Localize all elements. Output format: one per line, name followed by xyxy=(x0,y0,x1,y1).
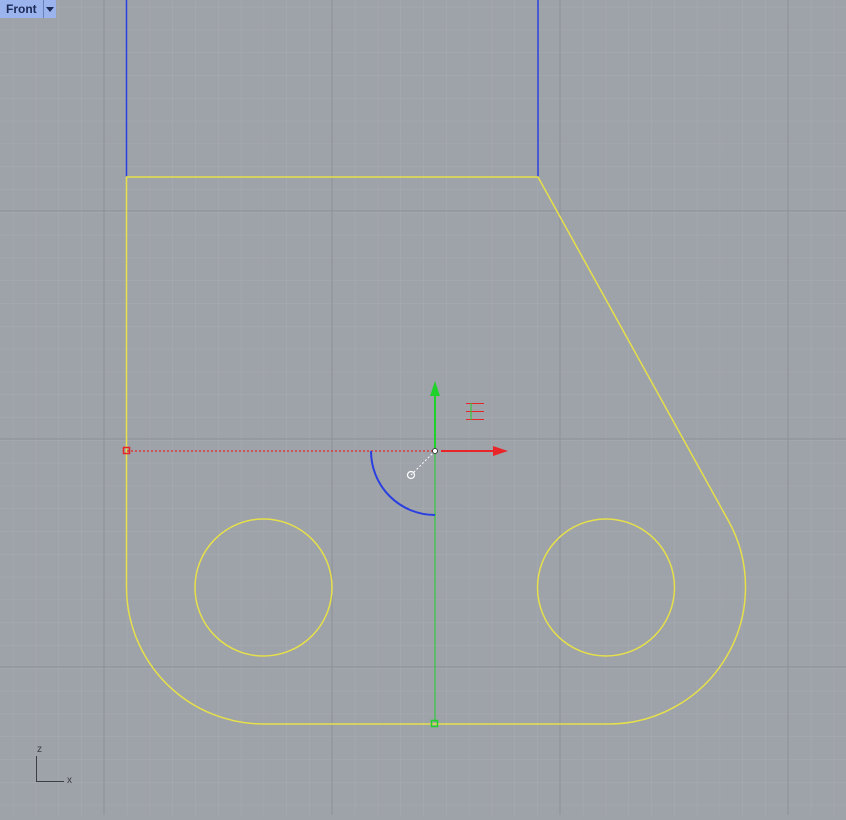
x-axis-label: x xyxy=(67,775,72,786)
front-viewport[interactable]: z x Front xyxy=(0,0,846,815)
gizmo-center[interactable] xyxy=(432,448,438,454)
viewport-title[interactable]: Front xyxy=(0,0,44,18)
viewport-canvas[interactable]: z x xyxy=(0,0,846,815)
z-axis-label: z xyxy=(37,744,42,755)
viewport-title-tab[interactable]: Front xyxy=(0,0,56,18)
triangle-down-icon[interactable] xyxy=(43,0,56,18)
